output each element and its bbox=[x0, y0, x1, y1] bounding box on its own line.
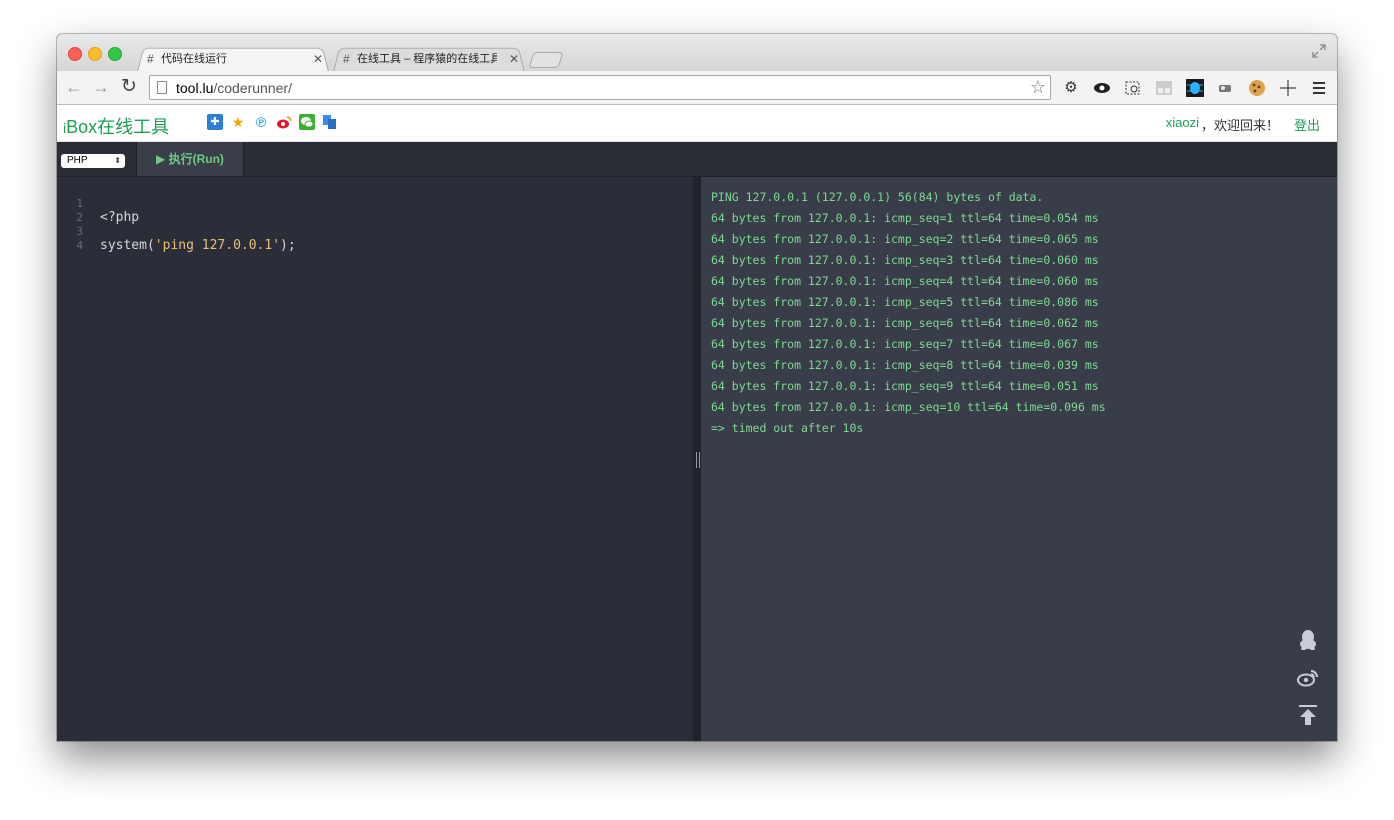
wechat-icon[interactable] bbox=[299, 114, 315, 130]
hash-icon: # bbox=[343, 52, 350, 66]
layout-icon[interactable] bbox=[1155, 79, 1173, 97]
language-select[interactable]: PHP ⬍ bbox=[61, 154, 125, 168]
code-line: 1 <?php bbox=[57, 183, 139, 225]
back-to-top-icon[interactable] bbox=[1297, 704, 1319, 726]
address-bar[interactable]: tool.lu/coderunner/ ☆ bbox=[149, 75, 1051, 100]
bug-icon[interactable] bbox=[1186, 79, 1204, 97]
gear-icon[interactable]: ⚙ bbox=[1062, 79, 1080, 97]
output-line: 64 bytes from 127.0.0.1: icmp_seq=3 ttl=… bbox=[711, 253, 1099, 267]
weibo-icon[interactable] bbox=[1297, 667, 1319, 689]
crosshair-icon[interactable] bbox=[1279, 79, 1297, 97]
username-link[interactable]: xiaozi bbox=[1166, 115, 1199, 130]
code-line: 2 bbox=[57, 197, 104, 224]
output-line: 64 bytes from 127.0.0.1: icmp_seq=8 ttl=… bbox=[711, 358, 1099, 372]
close-window-button[interactable] bbox=[68, 47, 82, 61]
url-text[interactable]: tool.lu/coderunner/ bbox=[176, 79, 292, 97]
extension-icon[interactable] bbox=[1217, 79, 1235, 97]
output-line: 64 bytes from 127.0.0.1: icmp_seq=9 ttl=… bbox=[711, 379, 1099, 393]
output-line: 64 bytes from 127.0.0.1: icmp_seq=1 ttl=… bbox=[711, 211, 1099, 225]
site-logo[interactable]: iBox在线工具 bbox=[63, 113, 169, 139]
hash-icon: # bbox=[147, 52, 154, 66]
tab-title: 在线工具 – 程序猿的在线工具 bbox=[357, 53, 497, 65]
select-arrows-icon: ⬍ bbox=[114, 156, 121, 165]
eye-icon[interactable] bbox=[1093, 79, 1111, 97]
close-tab-icon[interactable]: ✕ bbox=[509, 46, 519, 72]
site-header: iBox在线工具 ✚ ★ ℗ xiaozi ，欢迎回来！ 登出 bbox=[57, 105, 1337, 142]
code-text: system('ping 127.0.0.1'); bbox=[100, 238, 296, 253]
screenshot-icon[interactable] bbox=[1124, 79, 1142, 97]
tab-title: 代码在线运行 bbox=[161, 53, 227, 65]
output-line: 64 bytes from 127.0.0.1: icmp_seq=5 ttl=… bbox=[711, 295, 1099, 309]
tab-tools[interactable]: # 在线工具 – 程序猿的在线工具 ✕ bbox=[333, 46, 525, 72]
qq-icon[interactable] bbox=[1297, 629, 1319, 651]
favorite-icon[interactable]: ★ bbox=[230, 114, 246, 130]
new-tab-button[interactable] bbox=[528, 52, 564, 68]
copy-icon[interactable] bbox=[322, 114, 338, 130]
string-literal: 'ping 127.0.0.1' bbox=[154, 238, 281, 253]
tab-coderunner[interactable]: # 代码在线运行 ✕ bbox=[137, 46, 329, 72]
minimize-window-button[interactable] bbox=[88, 47, 102, 61]
menu-icon[interactable] bbox=[1310, 79, 1328, 97]
browser-toolbar: ← → ↻ tool.lu/coderunner/ ☆ ⚙ bbox=[57, 71, 1337, 105]
output-line: 64 bytes from 127.0.0.1: icmp_seq=2 ttl=… bbox=[711, 232, 1099, 246]
output-panel: PING 127.0.0.1 (127.0.0.1) 56(84) bytes … bbox=[701, 177, 1337, 741]
output-line: => timed out after 10s bbox=[711, 421, 864, 435]
page-icon bbox=[157, 81, 167, 94]
pinterest-icon[interactable]: ℗ bbox=[253, 114, 269, 130]
zoom-window-button[interactable] bbox=[108, 47, 122, 61]
browser-window: # 代码在线运行 ✕ # 在线工具 – 程序猿的在线工具 ✕ ← → ↻ too… bbox=[57, 34, 1337, 741]
code-line: 4 bbox=[57, 225, 104, 252]
code-editor[interactable]: 1 <?php 2 3 system('ping 127.0.0.1'); 4 bbox=[57, 177, 693, 741]
forward-arrow-icon[interactable]: → bbox=[91, 77, 111, 97]
splitter-grip[interactable] bbox=[696, 452, 700, 468]
output-line: 64 bytes from 127.0.0.1: icmp_seq=4 ttl=… bbox=[711, 274, 1099, 288]
close-tab-icon[interactable]: ✕ bbox=[313, 46, 323, 72]
logout-link[interactable]: 登出 bbox=[1294, 115, 1320, 134]
output-line: 64 bytes from 127.0.0.1: icmp_seq=7 ttl=… bbox=[711, 337, 1099, 351]
pane-splitter[interactable] bbox=[693, 177, 701, 741]
fullscreen-icon[interactable] bbox=[1311, 43, 1327, 59]
weibo-icon[interactable] bbox=[276, 114, 292, 130]
tab-strip: # 代码在线运行 ✕ # 在线工具 – 程序猿的在线工具 ✕ bbox=[57, 34, 1337, 72]
welcome-text: ，欢迎回来！ bbox=[1200, 118, 1279, 133]
output-line: 64 bytes from 127.0.0.1: icmp_seq=6 ttl=… bbox=[711, 316, 1099, 330]
code-line: 3 system('ping 127.0.0.1'); bbox=[57, 211, 295, 253]
editor-toolbar: PHP ⬍ ▶ 执行(Run) bbox=[57, 142, 1337, 177]
cookie-icon[interactable] bbox=[1248, 79, 1266, 97]
output-line: PING 127.0.0.1 (127.0.0.1) 56(84) bytes … bbox=[711, 190, 1044, 204]
reload-icon[interactable]: ↻ bbox=[119, 77, 139, 97]
run-button[interactable]: ▶ 执行(Run) bbox=[136, 142, 244, 176]
line-number: 4 bbox=[76, 239, 83, 252]
qzone-icon[interactable]: ✚ bbox=[207, 114, 223, 130]
output-line: 64 bytes from 127.0.0.1: icmp_seq=10 ttl… bbox=[711, 400, 1106, 414]
code-text: <?php bbox=[100, 210, 140, 225]
back-arrow-icon[interactable]: ← bbox=[64, 77, 84, 97]
bookmark-star-icon[interactable]: ☆ bbox=[1030, 77, 1046, 97]
